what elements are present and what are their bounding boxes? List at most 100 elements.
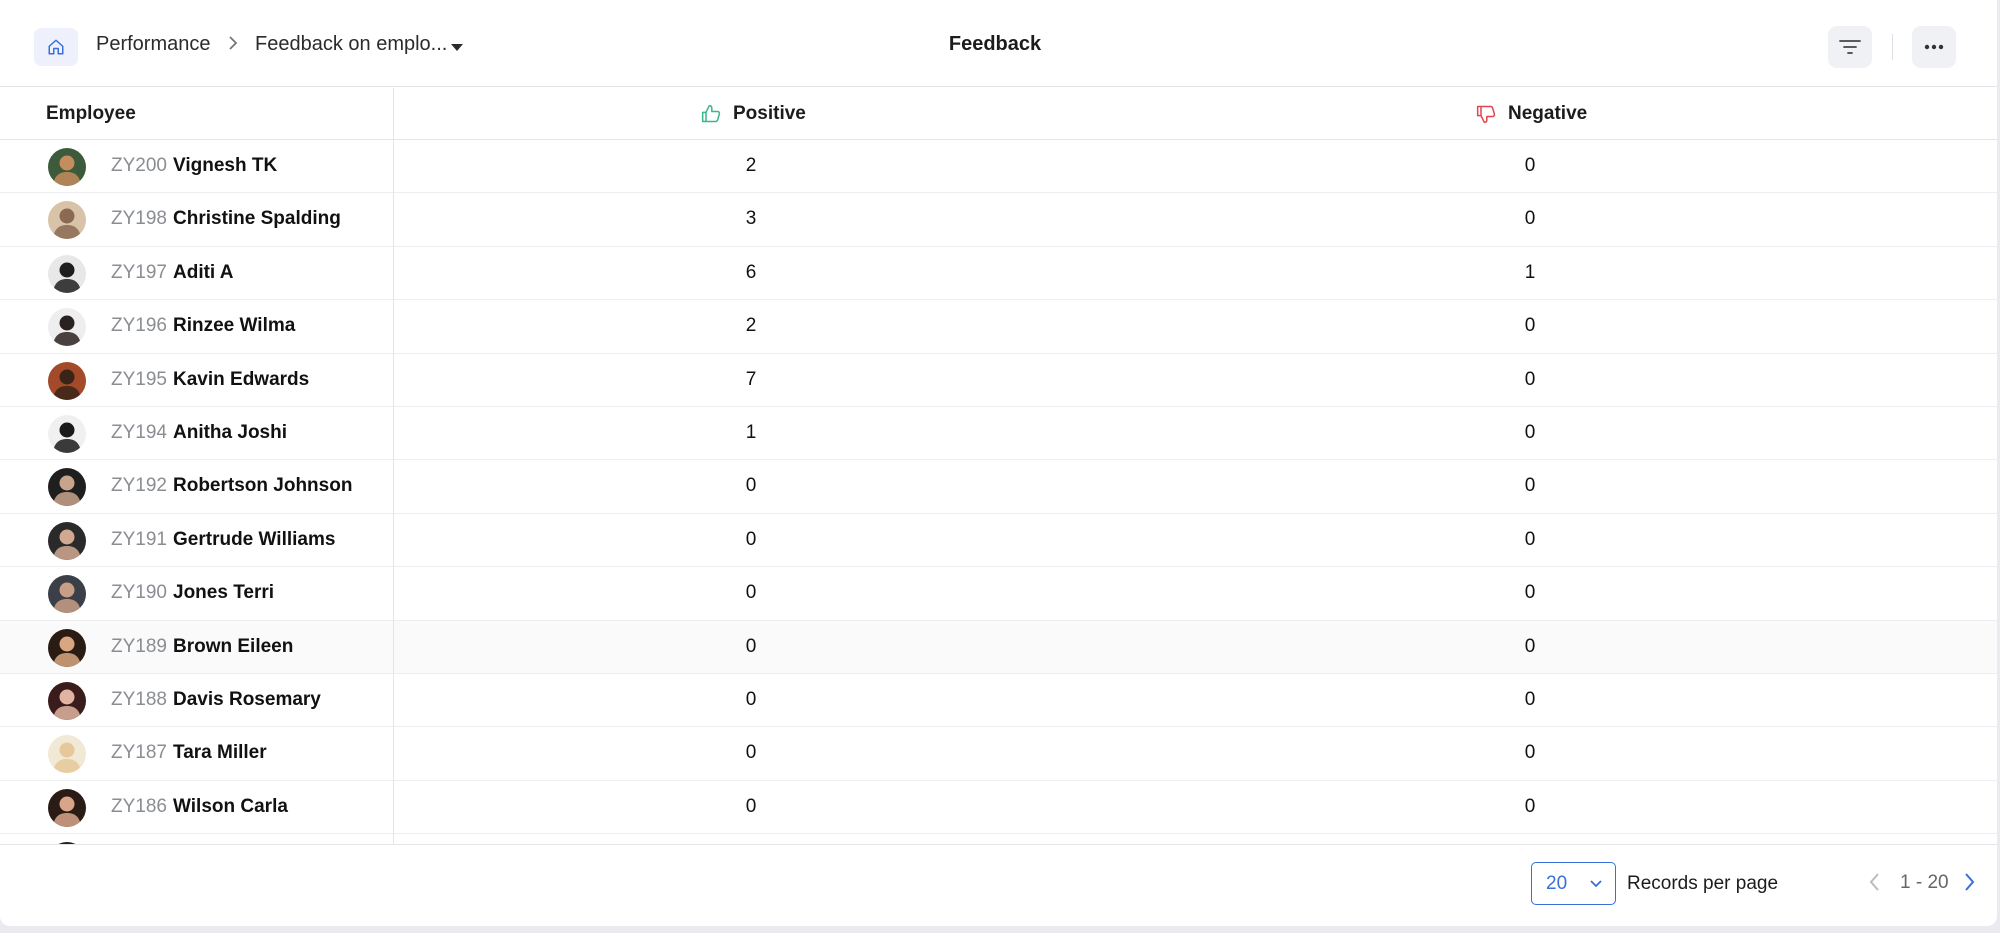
avatar xyxy=(48,201,86,240)
table-row[interactable]: ZY194 Anitha Joshi 1 0 xyxy=(0,407,1997,461)
avatar xyxy=(48,468,86,507)
positive-count: 0 xyxy=(745,528,757,550)
employee-id: ZY192 xyxy=(111,475,167,497)
positive-count: 0 xyxy=(745,475,757,497)
employee-name[interactable]: Gertrude Williams xyxy=(173,529,335,551)
table-row[interactable]: ZY190 Jones Terri 0 0 xyxy=(0,567,1997,621)
avatar xyxy=(48,628,86,667)
negative-count: 0 xyxy=(1524,155,1536,176)
employee-name[interactable]: Anitha Joshi xyxy=(173,422,287,444)
employee-name[interactable]: Davis Rosemary xyxy=(173,689,321,711)
column-header-negative[interactable]: Negative xyxy=(1476,88,1587,140)
employee-name[interactable]: Christine Spalding xyxy=(173,208,341,230)
records-per-page-label: Records per page xyxy=(1627,873,1779,894)
table-header: Employee Positive Negative xyxy=(0,88,1997,140)
employee-name[interactable]: Kavin Edwards xyxy=(173,369,309,391)
employee-name[interactable]: Tara Miller xyxy=(173,742,267,764)
negative-count: 0 xyxy=(1524,635,1536,657)
employee-id: ZY196 xyxy=(111,315,167,337)
negative-count: 0 xyxy=(1524,208,1536,230)
employee-name[interactable]: Robertson Johnson xyxy=(173,475,352,497)
avatar xyxy=(48,308,86,347)
per-page-value: 20 xyxy=(1546,872,1568,894)
feedback-window: Performance Feedback on emplo... Feedbac… xyxy=(0,0,1997,926)
feedback-table: Employee Positive Negative ZY200 Vignesh … xyxy=(0,88,1997,844)
thumbs-down-icon xyxy=(1476,105,1496,124)
positive-count: 0 xyxy=(745,635,757,657)
positive-count: 6 xyxy=(745,261,757,283)
avatar xyxy=(48,254,86,293)
table-row[interactable]: ZY192 Robertson Johnson 0 0 xyxy=(0,460,1997,514)
positive-count: 2 xyxy=(745,155,757,176)
positive-count: 7 xyxy=(745,368,757,390)
more-options-button[interactable] xyxy=(1912,26,1956,68)
positive-count: 0 xyxy=(745,688,757,710)
negative-count: 0 xyxy=(1524,315,1536,337)
table-row[interactable]: ZY191 Gertrude Williams 0 0 xyxy=(0,514,1997,568)
thumbs-up-icon xyxy=(701,104,721,123)
column-label: Positive xyxy=(733,103,806,124)
table-row[interactable]: ZY189 Brown Eileen 0 0 xyxy=(0,620,1997,674)
column-header-positive[interactable]: Positive xyxy=(701,88,806,140)
employee-id: ZY198 xyxy=(111,208,167,230)
records-per-page-select[interactable]: 20 xyxy=(1531,862,1616,905)
previous-page-icon[interactable] xyxy=(1868,871,1882,893)
home-button[interactable] xyxy=(34,28,78,66)
header-bar: Performance Feedback on emplo... Feedbac… xyxy=(0,0,1997,87)
negative-count: 0 xyxy=(1524,688,1536,710)
employee-name[interactable]: Jones Terri xyxy=(173,582,274,604)
negative-count: 0 xyxy=(1524,421,1536,443)
employee-name[interactable]: Wilson Carla xyxy=(173,796,288,818)
table-row[interactable]: ZY187 Tara Miller 0 0 xyxy=(0,727,1997,781)
table-body: ZY200 Vignesh TK 2 0 ZY198 Christine Spalding… xyxy=(0,140,1997,844)
employee-id: ZY191 xyxy=(111,528,167,550)
employee-name[interactable]: Vignesh TK xyxy=(173,155,277,177)
avatar xyxy=(48,414,86,453)
filter-icon xyxy=(1839,40,1861,54)
employee-id: ZY187 xyxy=(111,742,167,764)
positive-count: 2 xyxy=(745,315,757,337)
dropdown-caret-icon[interactable] xyxy=(451,44,463,51)
column-divider xyxy=(393,88,394,844)
employee-name[interactable]: Brown Eileen xyxy=(173,636,293,658)
table-row[interactable]: ZY198 Christine Spalding 3 0 xyxy=(0,193,1997,247)
employee-id: ZY194 xyxy=(111,421,167,443)
table-row[interactable]: ZY195 Kavin Edwards 7 0 xyxy=(0,354,1997,407)
negative-count: 0 xyxy=(1524,368,1536,390)
table-row[interactable]: ZY197 Aditi A 6 1 xyxy=(0,247,1997,301)
employee-id: ZY190 xyxy=(111,582,167,604)
home-icon xyxy=(48,39,64,55)
table-row[interactable]: ZY196 Rinzee Wilma 2 0 xyxy=(0,300,1997,354)
negative-count: 0 xyxy=(1524,795,1536,817)
header-divider xyxy=(1892,34,1893,60)
filter-button[interactable] xyxy=(1828,26,1872,68)
negative-count: 0 xyxy=(1524,742,1536,764)
employee-id: ZY189 xyxy=(111,635,167,657)
avatar xyxy=(48,735,86,774)
next-page-icon[interactable] xyxy=(1962,871,1976,893)
avatar xyxy=(48,148,86,186)
chevron-down-icon xyxy=(1590,880,1602,888)
employee-id: ZY195 xyxy=(111,368,167,390)
negative-count: 0 xyxy=(1524,475,1536,497)
table-row[interactable] xyxy=(0,834,1997,844)
avatar xyxy=(48,521,86,560)
avatar xyxy=(48,361,86,400)
employee-name[interactable]: Aditi A xyxy=(173,262,234,284)
employee-id: ZY197 xyxy=(111,261,167,283)
table-row[interactable]: ZY188 Davis Rosemary 0 0 xyxy=(0,674,1997,728)
page-range: 1 - 20 xyxy=(1900,872,1949,893)
positive-count: 1 xyxy=(745,421,757,443)
positive-count: 0 xyxy=(745,582,757,604)
employee-id: ZY186 xyxy=(111,795,167,817)
employee-name[interactable]: Rinzee Wilma xyxy=(173,315,295,337)
breadcrumb-performance[interactable]: Performance xyxy=(96,33,211,56)
table-row[interactable]: ZY186 Wilson Carla 0 0 xyxy=(0,781,1997,835)
avatar xyxy=(48,575,86,614)
positive-count: 3 xyxy=(745,208,757,230)
breadcrumb-feedback-report[interactable]: Feedback on emplo... xyxy=(255,33,447,56)
column-label: Negative xyxy=(1508,103,1588,124)
chevron-right-icon xyxy=(229,36,238,50)
table-row[interactable]: ZY200 Vignesh TK 2 0 xyxy=(0,140,1997,194)
column-header-employee[interactable]: Employee xyxy=(46,88,136,140)
